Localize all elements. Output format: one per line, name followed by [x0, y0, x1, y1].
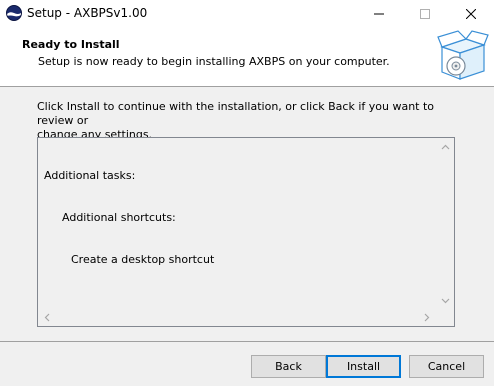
close-button[interactable] — [448, 0, 494, 27]
memo-line-desktop-shortcut: Create a desktop shortcut — [71, 253, 215, 266]
install-box-icon — [437, 30, 489, 80]
title-bar[interactable]: Setup - AXBPSv1.00 — [0, 0, 494, 27]
instruction-line-1: Click Install to continue with the insta… — [37, 100, 435, 127]
ready-memo-box[interactable]: Additional tasks: Additional shortcuts: … — [37, 137, 455, 327]
maximize-icon — [420, 8, 430, 19]
setup-app-icon — [6, 5, 22, 21]
setup-window: Setup - AXBPSv1.00 Ready to Install Setu… — [0, 0, 494, 386]
cancel-button[interactable]: Cancel — [409, 355, 484, 378]
minimize-button[interactable] — [356, 0, 402, 27]
scroll-left-icon[interactable] — [44, 313, 50, 322]
vertical-scrollbar[interactable] — [437, 138, 454, 309]
window-title: Setup - AXBPSv1.00 — [27, 6, 148, 20]
install-button[interactable]: Install — [326, 355, 401, 378]
horizontal-scrollbar[interactable] — [38, 309, 437, 326]
close-icon — [466, 8, 476, 19]
scroll-down-icon[interactable] — [441, 298, 450, 304]
instruction-text: Click Install to continue with the insta… — [37, 100, 457, 142]
scroll-up-icon[interactable] — [441, 144, 450, 150]
wizard-header: Ready to Install Setup is now ready to b… — [0, 27, 494, 87]
page-title: Ready to Install — [22, 38, 120, 51]
memo-line-tasks: Additional tasks: — [44, 169, 136, 182]
footer-divider — [0, 341, 494, 342]
maximize-button[interactable] — [402, 0, 448, 27]
back-button[interactable]: Back — [251, 355, 326, 378]
scrollbar-corner — [437, 309, 454, 326]
page-subtitle: Setup is now ready to begin installing A… — [38, 55, 390, 68]
memo-content: Additional tasks: Additional shortcuts: … — [44, 141, 214, 295]
scroll-right-icon[interactable] — [424, 313, 430, 322]
memo-line-shortcuts: Additional shortcuts: — [62, 211, 176, 224]
minimize-icon — [374, 13, 384, 14]
